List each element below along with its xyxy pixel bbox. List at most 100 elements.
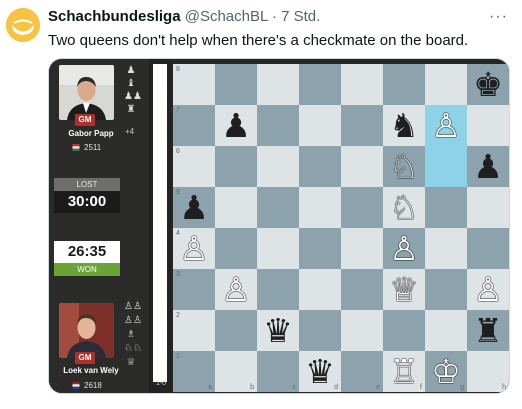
square-e2[interactable] [341,310,383,351]
square-a7[interactable]: 7 [173,105,215,146]
square-b4[interactable] [215,228,257,269]
square-g5[interactable] [425,187,467,228]
file-label: h [502,384,506,391]
file-label: e [376,384,380,391]
captured-piece-icon: ♙♙ [124,301,142,312]
square-b8[interactable] [215,64,257,105]
square-c5[interactable] [257,187,299,228]
account-avatar[interactable] [6,8,40,42]
white-knight-icon[interactable]: ♘ [383,146,425,187]
captured-piece-icon: ♕ [126,357,136,368]
square-c8[interactable] [257,64,299,105]
black-rook-icon[interactable]: ♜ [467,310,509,351]
tweet-timestamp[interactable]: 7 Std. [281,8,320,25]
netherlands-flag-icon [72,382,80,389]
rank-label: 3 [176,271,180,278]
square-a6[interactable]: 6 [173,146,215,187]
square-d2[interactable] [299,310,341,351]
white-pawn-icon[interactable]: ♙ [215,269,257,310]
square-d3[interactable] [299,269,341,310]
square-c3[interactable] [257,269,299,310]
black-knight-icon[interactable]: ♞ [383,105,425,146]
square-c6[interactable] [257,146,299,187]
square-c1[interactable]: c [257,351,299,392]
white-queen-icon[interactable]: ♕ [383,269,425,310]
white-pawn-icon[interactable]: ♙ [383,228,425,269]
white-pawn-icon[interactable]: ♙ [173,228,215,269]
square-e6[interactable] [341,146,383,187]
black-pawn-icon[interactable]: ♟ [467,146,509,187]
square-h4[interactable] [467,228,509,269]
captured-piece-icon: ♗ [126,329,136,340]
white-rook-icon[interactable]: ♖ [383,351,425,392]
square-e4[interactable] [341,228,383,269]
captured-piece-icon: ♙♙ [124,315,142,326]
rating-row-top: 2511 [71,143,101,152]
white-knight-icon[interactable]: ♘ [383,187,425,228]
black-pawn-icon[interactable]: ♟ [173,187,215,228]
players-panel: GM Gabor Papp 2511 ♟ ♝ ♟♟ ♜ +4 LOST 30:0… [49,59,149,393]
black-pawn-icon[interactable]: ♟ [215,105,257,146]
rank-label: 1 [176,353,180,360]
square-g4[interactable] [425,228,467,269]
square-h7[interactable] [467,105,509,146]
square-c7[interactable] [257,105,299,146]
chess-board[interactable]: 8 7 6 5 4 3 2 1 a b c d e f g h ♚ ♟ ♞ ♙ ♘ ♟ ♟ ♘ ♙ ♙ ♙ ♕ ♙ ♛ ♜ ♛ ♖ ♔ [173,64,509,392]
square-g2[interactable] [425,310,467,351]
black-queen-icon[interactable]: ♛ [257,310,299,351]
hungary-flag-icon [72,144,80,151]
white-pawn-icon[interactable]: ♙ [425,105,467,146]
rank-label: 7 [176,107,180,114]
more-options-icon[interactable]: ··· [489,8,508,26]
white-pawn-icon[interactable]: ♙ [467,269,509,310]
separator-dot: · [271,8,277,25]
captured-piece-icon: ♟ [126,65,136,76]
player-name-bottom: Loek van Wely [63,366,119,375]
rating-row-bottom: 2618 [71,381,102,390]
captured-piece-icon: ♟♟ [124,91,142,102]
square-a8[interactable]: 8 [173,64,215,105]
square-d5[interactable] [299,187,341,228]
player-rating-bottom: 2618 [84,381,102,390]
square-h5[interactable] [467,187,509,228]
square-e7[interactable] [341,105,383,146]
square-b6[interactable] [215,146,257,187]
square-b5[interactable] [215,187,257,228]
rank-label: 6 [176,148,180,155]
square-e8[interactable] [341,64,383,105]
square-f2[interactable] [383,310,425,351]
square-g6[interactable] [425,146,467,187]
tweet-media-chess-board[interactable]: GM Gabor Papp 2511 ♟ ♝ ♟♟ ♜ +4 LOST 30:0… [48,58,510,394]
square-g3[interactable] [425,269,467,310]
captured-piece-icon: ♘♘ [124,343,142,354]
square-d8[interactable] [299,64,341,105]
tweet-header: Schachbundesliga @SchachBL · 7 Std. [48,8,320,25]
file-label: a [208,384,212,391]
square-c4[interactable] [257,228,299,269]
black-king-icon[interactable]: ♚ [467,64,509,105]
author-handle[interactable]: @SchachBL [185,8,268,25]
clock-top: 30:00 [54,191,120,213]
square-f8[interactable] [383,64,425,105]
white-king-icon[interactable]: ♔ [425,351,467,392]
evaluation-bar [153,64,167,382]
square-e1[interactable]: e [341,351,383,392]
square-e5[interactable] [341,187,383,228]
square-b1[interactable]: b [215,351,257,392]
tweet-text: Two queens don't help when there's a che… [48,32,469,49]
square-d7[interactable] [299,105,341,146]
player-rating-top: 2511 [84,143,102,152]
square-a1[interactable]: 1a [173,351,215,392]
square-d6[interactable] [299,146,341,187]
rank-label: 8 [176,66,180,73]
square-d4[interactable] [299,228,341,269]
player-photo-bottom [59,303,114,358]
square-b2[interactable] [215,310,257,351]
author-name[interactable]: Schachbundesliga [48,8,181,25]
square-g8[interactable] [425,64,467,105]
square-e3[interactable] [341,269,383,310]
square-h1[interactable]: h [467,351,509,392]
black-queen-icon[interactable]: ♛ [299,351,341,392]
square-a2[interactable]: 2 [173,310,215,351]
square-a3[interactable]: 3 [173,269,215,310]
